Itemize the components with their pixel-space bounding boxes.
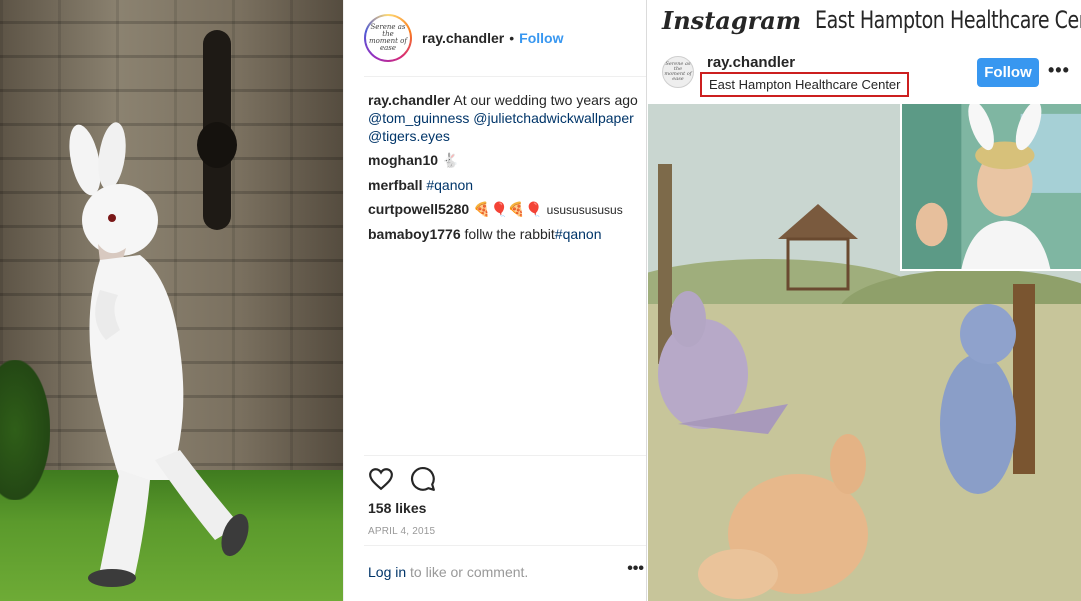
inset-photo-person <box>900 104 1081 271</box>
heart-icon[interactable] <box>368 466 394 492</box>
divider <box>364 455 646 456</box>
instagram-logo[interactable]: Instagram <box>662 6 801 35</box>
post-actions <box>368 466 436 492</box>
more-options-icon[interactable]: ••• <box>1048 60 1070 81</box>
hashtag-link[interactable]: #qanon <box>555 226 602 242</box>
comment: moghan10 🐇 <box>368 151 640 170</box>
login-prompt: Log in to like or comment. <box>368 564 528 580</box>
divider <box>364 76 646 77</box>
login-text: to like or comment. <box>410 564 529 580</box>
bunny-costume-figure <box>69 122 249 587</box>
comment-user[interactable]: moghan10 <box>368 152 438 168</box>
comment-icon[interactable] <box>410 466 436 492</box>
mention-link[interactable]: @julietchadwickwallpaper <box>473 110 634 126</box>
comment-text: At our wedding two years ago <box>453 92 638 108</box>
post-date: APRIL 4, 2015 <box>368 526 436 537</box>
follow-button[interactable]: Follow <box>977 58 1039 87</box>
bunny-costume-photo <box>0 0 343 601</box>
post-username[interactable]: ray.chandler <box>707 54 795 71</box>
comments-list: ray.chandler At our wedding two years ag… <box>368 91 640 249</box>
separator-dot: • <box>509 30 515 46</box>
post-header: Serene as the moment of ease ray.chandle… <box>364 14 563 62</box>
top-bar: Instagram East Hampton Healthcare Center <box>648 0 1081 40</box>
hashtag-link[interactable]: #qanon <box>426 177 473 193</box>
avatar[interactable]: Serene as the moment of ease <box>662 56 694 88</box>
page-title: East Hampton Healthcare Center <box>815 6 1081 34</box>
instagram-location-screenshot: Instagram East Hampton Healthcare Center… <box>648 0 1081 601</box>
follow-link[interactable]: Follow <box>519 30 563 46</box>
comment-user[interactable]: merfball <box>368 177 422 193</box>
comment-text: usususususus <box>546 203 623 217</box>
post-username[interactable]: ray.chandler <box>422 30 504 46</box>
rabbit-emoji-icon: 🐇 <box>441 153 460 169</box>
login-link[interactable]: Log in <box>368 564 406 580</box>
divider <box>364 545 646 546</box>
avatar-text: Serene as the moment of ease <box>369 23 407 52</box>
more-options-icon[interactable]: ••• <box>627 560 644 578</box>
comment-user[interactable]: ray.chandler <box>368 92 450 108</box>
location-link[interactable]: East Hampton Healthcare Center <box>700 72 910 97</box>
avatar-text: Serene as the moment of ease <box>664 61 692 82</box>
pizza-balloon-emoji-icon: 🍕🎈🍕🎈 <box>473 202 543 218</box>
comment-text: follw the rabbit <box>464 226 555 242</box>
comment-caption: ray.chandler At our wedding two years ag… <box>368 91 640 145</box>
comment: merfball #qanon <box>368 176 640 194</box>
avatar[interactable]: Serene as the moment of ease <box>364 14 412 62</box>
comment-user[interactable]: curtpowell5280 <box>368 201 469 217</box>
instagram-post: Serene as the moment of ease ray.chandle… <box>343 0 647 601</box>
likes-count[interactable]: 158 likes <box>368 500 426 516</box>
comment-user[interactable]: bamaboy1776 <box>368 226 461 242</box>
comment: bamaboy1776 follw the rabbit#qanon <box>368 225 640 243</box>
mention-link[interactable]: @tom_guinness <box>368 110 469 126</box>
comment: curtpowell5280 🍕🎈🍕🎈 usususususus <box>368 200 640 219</box>
mention-link[interactable]: @tigers.eyes <box>368 128 450 144</box>
